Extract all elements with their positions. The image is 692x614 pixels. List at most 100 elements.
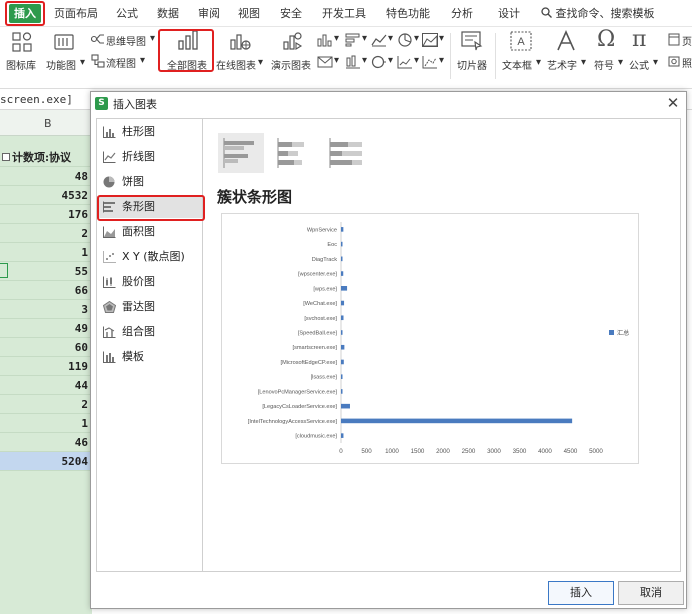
chart-type-area[interactable]: 面积图 xyxy=(97,221,202,243)
table-row[interactable]: 4532 xyxy=(0,186,90,205)
bar xyxy=(341,389,343,394)
flowchart-icon xyxy=(91,54,105,68)
chevron-down-icon: ▾ xyxy=(536,57,542,68)
category-label: [LenovoPcManagerService.exe] xyxy=(258,389,338,395)
ribbon: 图标库 功能图 ▾ 思维导图 ▾ 流程图 ▾ 全部图表 在线图表 ▾ 演示图表 … xyxy=(0,27,692,89)
bar xyxy=(341,227,344,232)
menu-formula[interactable]: 公式 xyxy=(116,5,138,23)
bar-chart-icon xyxy=(345,33,360,47)
demo-chart-label: 演示图表 xyxy=(271,61,311,72)
table-row[interactable]: 49 xyxy=(0,319,90,338)
menu-data[interactable]: 数据 xyxy=(157,5,179,23)
subtype-clustered-bar[interactable] xyxy=(218,133,264,173)
table-row[interactable]: 2 xyxy=(0,224,90,243)
chart-type-label: 折线图 xyxy=(122,150,155,163)
chart-type-label: 饼图 xyxy=(122,175,144,188)
category-label: [cloudmusic.exe] xyxy=(295,434,337,440)
column-b-label[interactable]: B xyxy=(44,117,52,130)
cancel-button[interactable]: 取消 xyxy=(618,581,684,605)
app-logo-icon: S xyxy=(95,97,108,110)
menu-insert-highlight xyxy=(5,1,45,26)
chart-type-radar[interactable]: 雷达图 xyxy=(97,296,202,318)
x-tick-label: 2500 xyxy=(462,448,476,455)
slicer-icon xyxy=(461,31,483,51)
bar xyxy=(341,403,350,409)
chevron-down-icon: ▾ xyxy=(334,55,340,66)
chevron-down-icon: ▾ xyxy=(362,33,368,44)
chart-type-pie[interactable]: 饼图 xyxy=(97,171,202,193)
pivot-total-cell[interactable]: 5204 xyxy=(0,452,90,471)
table-row[interactable]: 1 xyxy=(0,414,90,433)
category-label: [LegacyCsLoaderService.exe] xyxy=(262,404,337,410)
chevron-down-icon: ▾ xyxy=(258,57,264,68)
category-label: [svchost.exe] xyxy=(304,316,337,322)
online-chart-label: 在线图表 xyxy=(216,61,256,72)
table-row[interactable]: 176 xyxy=(0,205,90,224)
bar xyxy=(341,330,343,335)
chevron-down-icon: ▾ xyxy=(581,57,587,68)
chevron-down-icon: ▾ xyxy=(80,57,86,68)
bar xyxy=(341,359,344,365)
flowchart-label: 流程图 xyxy=(106,59,136,70)
function-chart-icon xyxy=(54,34,74,50)
area-chart-icon xyxy=(103,226,116,238)
table-row[interactable]: 119 xyxy=(0,357,90,376)
menu-developer[interactable]: 开发工具 xyxy=(322,5,366,23)
close-icon[interactable]: ✕ xyxy=(665,95,681,111)
chart-type-column[interactable]: 柱形图 xyxy=(97,121,202,143)
percent-stacked-bar-icon xyxy=(329,138,362,168)
x-tick-label: 5000 xyxy=(589,448,603,455)
menu-view[interactable]: 视图 xyxy=(238,5,260,23)
subtype-stacked-bar[interactable] xyxy=(270,133,316,173)
table-row[interactable]: 44 xyxy=(0,376,90,395)
dialog-titlebar[interactable]: S 插入图表 ✕ xyxy=(91,92,686,114)
category-label: [IntelTechnologyAccessService.exe] xyxy=(248,419,338,425)
table-row[interactable]: 2 xyxy=(0,395,90,414)
chart-type-stock[interactable]: 股价图 xyxy=(97,271,202,293)
selected-type-highlight xyxy=(97,195,205,221)
radar-chart-icon xyxy=(103,301,116,313)
icon-library-label: 图标库 xyxy=(6,61,36,72)
other-chart-icon xyxy=(422,56,437,69)
table-row[interactable]: 3 xyxy=(0,300,90,319)
chevron-down-icon: ▾ xyxy=(439,33,445,44)
menu-security[interactable]: 安全 xyxy=(280,5,302,23)
dialog-title: 插入图表 xyxy=(113,98,157,111)
table-row[interactable]: 46 xyxy=(0,433,90,452)
chart-type-label: 模板 xyxy=(122,350,144,363)
line-chart-icon xyxy=(103,151,116,163)
svg-text:A: A xyxy=(517,36,525,48)
subtype-percent-stacked-bar[interactable] xyxy=(322,133,368,173)
bar xyxy=(341,300,345,306)
clustered-bar-icon xyxy=(223,138,254,168)
chart-type-line[interactable]: 折线图 xyxy=(97,146,202,168)
menu-review[interactable]: 审阅 xyxy=(198,5,220,23)
insert-button[interactable]: 插入 xyxy=(548,581,614,605)
table-row[interactable]: 55 xyxy=(0,262,90,281)
chart-type-label: 股价图 xyxy=(122,275,155,288)
pivot-header-cell[interactable]: 计数项:协议 xyxy=(0,148,90,167)
chart-type-label: 面积图 xyxy=(122,225,155,238)
category-label: [WeChat.exe] xyxy=(303,301,337,307)
demo-chart-icon xyxy=(283,32,303,50)
command-search[interactable]: 查找命令、搜索模板 xyxy=(541,5,655,23)
category-label: DiagTrack xyxy=(312,257,337,263)
bar xyxy=(341,418,573,424)
menu-page-layout[interactable]: 页面布局 xyxy=(54,5,98,23)
table-row[interactable]: 66 xyxy=(0,281,90,300)
chart-type-combo[interactable]: 组合图 xyxy=(97,321,202,343)
chart-type-scatter[interactable]: X Y (散点图) xyxy=(97,246,202,268)
omega-icon: Ω xyxy=(597,27,616,52)
chart-type-template[interactable]: 模板 xyxy=(97,346,202,368)
chevron-down-icon: ▾ xyxy=(388,33,394,44)
table-row[interactable]: 60 xyxy=(0,338,90,357)
textbox-icon: A xyxy=(510,31,532,51)
menu-features[interactable]: 特色功能 xyxy=(386,5,430,23)
chevron-down-icon: ▾ xyxy=(653,57,659,68)
textbox-label: 文本框 xyxy=(502,61,532,72)
x-tick-label: 1000 xyxy=(385,448,399,455)
table-row[interactable]: 1 xyxy=(0,243,90,262)
menu-analysis[interactable]: 分析 xyxy=(451,5,473,23)
table-row[interactable]: 48 xyxy=(0,167,90,186)
menu-design[interactable]: 设计 xyxy=(498,5,520,23)
